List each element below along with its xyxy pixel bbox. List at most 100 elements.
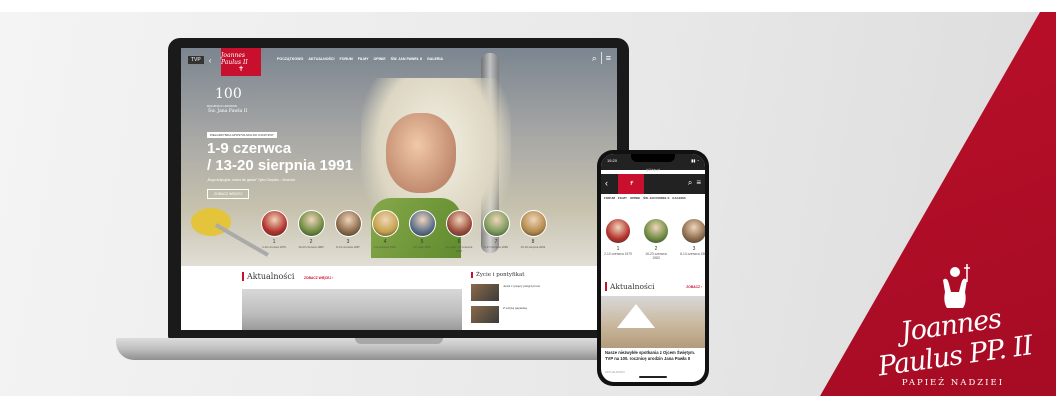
timeline-date: 22 maja 1995 <box>413 245 431 249</box>
timeline-item[interactable]: 2 16-23 czerwca 1983 <box>296 210 326 253</box>
timeline-photo <box>482 210 510 237</box>
timeline-date: 8-14 czerwca 1987 <box>680 252 705 256</box>
menu-item[interactable]: FILMY <box>358 57 369 61</box>
timeline-photo <box>334 210 362 237</box>
timeline-photo <box>371 210 399 237</box>
timeline-date: 8-14 czerwca 1987 <box>336 245 360 249</box>
timeline-item[interactable]: 38-14 czerwca 1987 <box>680 218 705 260</box>
nav-actions: ⌕ ≡ <box>592 52 611 64</box>
hero-headline: 1-9 czerwca / 13-20 sierpnia 1991 <box>207 140 353 174</box>
phone-nav: ‹ ✝ ⌕ ≡ <box>601 174 705 194</box>
timeline-photo <box>260 210 288 237</box>
phone-notch <box>631 154 675 162</box>
anniversary-number: 100 <box>215 86 242 102</box>
timeline-date: 1-9 czerwca 1991 <box>373 245 397 249</box>
timeline-item[interactable]: 1 2-10 czerwca 1979 <box>259 210 289 253</box>
side-text: Z wizytą papieską <box>503 306 527 310</box>
category-pill[interactable]: PIELGRZYMKA APOSTOLSKA DO OJCZYZNY <box>207 132 277 138</box>
hamburger-icon[interactable]: ≡ <box>696 178 701 188</box>
timeline-item[interactable]: 1 2-10 czerwca 1979 <box>604 218 632 260</box>
news-title: Aktualności <box>242 272 294 281</box>
signal-icon: ▮▮ ◔ <box>691 158 699 163</box>
timeline-date: 16-23 czerwca 1983 <box>298 245 324 249</box>
timeline-photo <box>519 210 547 237</box>
timeline-photo <box>445 210 473 237</box>
logo-signature: Joannes Paulus II <box>221 51 248 66</box>
menu-item[interactable]: ŚW. JAN PAWEŁ II <box>391 57 422 61</box>
tab[interactable]: OPINIE <box>630 196 640 202</box>
chevron-left-icon[interactable]: ‹ <box>209 56 212 65</box>
timeline-photo <box>681 218 705 244</box>
anniversary-name: Św. Jana Pawła II <box>208 109 248 114</box>
side-item[interactable]: Z wizytą papieską <box>471 306 591 323</box>
tab[interactable]: FORUM <box>604 196 615 202</box>
laptop-notch <box>355 338 443 344</box>
news-more-link[interactable]: ZOBACZ WIĘCEJ › <box>304 276 333 280</box>
headline-line: / 13-20 sierpnia 1991 <box>207 157 353 174</box>
timeline-date: 16-23 czerwca 1983 <box>645 252 667 260</box>
divider <box>600 52 602 64</box>
hamburger-icon[interactable]: ≡ <box>606 53 611 63</box>
phone-nav-icons: ⌕ ≡ <box>688 178 701 188</box>
timeline-date: 5-17 czerwca 1999 <box>484 245 508 249</box>
see-more-button[interactable]: ZOBACZ WIĘCEJ <box>207 189 250 199</box>
chevron-left-icon[interactable]: ‹ <box>605 178 608 188</box>
hero-banner: TVP ‹ Joannes Paulus II ✝ POCZĄTKOWO AKT… <box>0 0 1056 409</box>
home-indicator <box>639 376 667 378</box>
news-section: Aktualności ZOBACZ WIĘCEJ › Życie i pont… <box>181 266 617 330</box>
frame-bottom <box>0 396 1056 409</box>
timeline-item[interactable]: 6 31 maja - 10 czerwca 1997 <box>444 210 474 253</box>
cross-icon: ✝ <box>238 65 244 73</box>
status-time: 15:20 <box>607 158 618 163</box>
timeline-photo <box>643 218 669 244</box>
main-menu: POCZĄTKOWO AKTUALNOŚCI FORUM FILMY OPINI… <box>277 57 443 61</box>
side-item[interactable]: Jedni z tysięcy pielgrzymów <box>471 284 591 301</box>
menu-item[interactable]: AKTUALNOŚCI <box>308 57 334 61</box>
tab[interactable]: ŚW. JAN PAWEŁ II <box>643 196 669 202</box>
laptop-screen: TVP ‹ Joannes Paulus II ✝ POCZĄTKOWO AKT… <box>181 48 617 330</box>
side-thumb <box>471 306 499 323</box>
phone-news-title: Aktualności <box>605 282 654 291</box>
site-logo[interactable]: Joannes Paulus II ✝ <box>221 48 261 76</box>
news-image[interactable] <box>242 289 462 330</box>
pope-figure-icon <box>943 264 970 308</box>
timeline-photo <box>605 218 631 244</box>
timeline-photo <box>297 210 325 237</box>
brand-logo: Joannes Paulus PP. II PAPIEŻ NADZIEI <box>865 258 1041 398</box>
timeline-date: 31 maja - 10 czerwca 1997 <box>445 245 473 253</box>
brand-subtitle: PAPIEŻ NADZIEI <box>901 378 1005 388</box>
tab[interactable]: FILMY <box>618 196 627 202</box>
timeline-date: 16-19 sierpnia 2002 <box>520 245 546 249</box>
timeline-item[interactable]: 7 5-17 czerwca 1999 <box>481 210 511 253</box>
phone-news-more[interactable]: ZOBACZ › <box>686 285 702 289</box>
tvp-badge[interactable]: TVP <box>187 55 205 65</box>
menu-item[interactable]: FORUM <box>340 57 353 61</box>
phone-tag: AKTUALNOŚCI <box>605 370 625 374</box>
phone-caption[interactable]: Nasze niezwykłe spotkania z Ojcem Święty… <box>605 350 701 361</box>
timeline-item[interactable]: 4 1-9 czerwca 1991 <box>370 210 400 253</box>
timeline-item[interactable]: 38-14 czerwca 1987 <box>333 210 363 253</box>
menu-item[interactable]: OPINIE <box>373 57 385 61</box>
menu-item[interactable]: GALERIA <box>427 57 443 61</box>
tab[interactable]: GALERIA <box>672 196 686 202</box>
side-text: Jedni z tysięcy pielgrzymów <box>503 284 541 288</box>
phone-timeline: 1 2-10 czerwca 1979 2 16-23 czerwca 1983 3 8-… <box>604 218 705 260</box>
timeline-item[interactable]: 2 16-23 czerwca 1983 <box>642 218 670 260</box>
phone-logo[interactable]: ✝ <box>618 174 644 194</box>
search-icon[interactable]: ⌕ <box>592 53 597 64</box>
timeline-item[interactable]: 8 16-19 sierpnia 2002 <box>518 210 548 253</box>
side-thumb <box>471 284 499 301</box>
anniversary-sub: ROCZNICA URODZIN <box>207 104 237 108</box>
side-title: Życie i pontyfikat <box>471 272 524 278</box>
hero-quote: „Bogu dziękujcie, ducha nie gaście” Tylk… <box>207 178 296 182</box>
frame-top <box>0 0 1056 12</box>
pope-face-image <box>386 113 456 193</box>
search-icon[interactable]: ⌕ <box>688 178 692 188</box>
menu-item[interactable]: POCZĄTKOWO <box>277 57 303 61</box>
url-bar[interactable]: jp2.tvp.pl <box>601 168 705 172</box>
timeline-item[interactable]: 5 22 maja 1995 <box>407 210 437 253</box>
phone-tabs: FORUM FILMY OPINIE ŚW. JAN PAWEŁ II GALE… <box>601 194 705 204</box>
brand-signature: Joannes Paulus PP. II <box>876 303 1035 383</box>
phone-news-image[interactable] <box>601 296 705 348</box>
headline-line: 1-9 czerwca <box>207 140 292 157</box>
